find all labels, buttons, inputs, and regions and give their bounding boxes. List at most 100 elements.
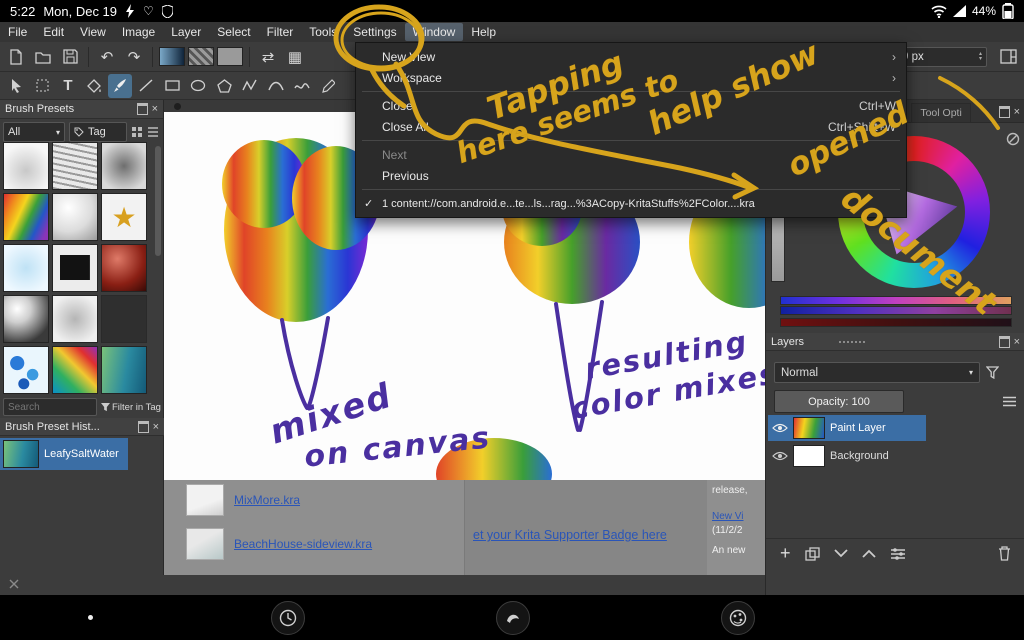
polygon-tool[interactable] — [212, 74, 236, 98]
tag-button[interactable]: Tag — [69, 122, 127, 142]
preset-filter-dropdown[interactable]: All ▾ — [3, 122, 65, 142]
brush-preset-thumbnail[interactable] — [3, 346, 49, 394]
recent-file-row[interactable]: BeachHouse-sideview.kra — [186, 528, 372, 560]
brush-presets-title-bar[interactable]: Brush Presets × — [0, 100, 163, 119]
menu-view[interactable]: View — [72, 23, 114, 41]
close-docker-icon[interactable]: × — [1014, 337, 1020, 347]
supporter-badge-link[interactable]: et your Krita Supporter Badge here — [473, 528, 667, 542]
brush-preset-thumbnail[interactable] — [52, 346, 98, 394]
move-layer-down-button[interactable] — [834, 549, 848, 558]
bezier-curve-tool[interactable] — [264, 74, 288, 98]
shade-strip[interactable] — [780, 296, 1012, 305]
layers-title-bar[interactable]: Layers × — [766, 333, 1024, 351]
menu-image[interactable]: Image — [114, 23, 163, 41]
freehand-path-tool[interactable] — [290, 74, 314, 98]
brush-preset-thumbnail[interactable] — [3, 193, 49, 241]
close-docker-icon[interactable]: × — [153, 422, 159, 432]
wrap-around-button[interactable]: ▦ — [283, 45, 307, 69]
opacity-slider[interactable]: Opacity: 100 — [774, 390, 904, 413]
mirror-view-button[interactable]: ⇄ — [256, 45, 280, 69]
brush-preset-thumbnail[interactable] — [101, 346, 147, 394]
brush-preset-thumbnail[interactable] — [52, 193, 98, 241]
layer-filter-funnel-icon[interactable] — [986, 366, 999, 379]
redo-button[interactable]: ↷ — [122, 45, 146, 69]
float-docker-icon[interactable] — [999, 336, 1010, 348]
brush-preset-thumbnail[interactable] — [3, 244, 49, 292]
fill-tool[interactable] — [82, 74, 106, 98]
brush-preset-thumbnail[interactable] — [101, 244, 147, 292]
menu-help[interactable]: Help — [463, 23, 504, 41]
preset-scrollbar[interactable] — [155, 146, 161, 256]
foreground-color-swatch[interactable] — [217, 47, 243, 66]
brush-history-item[interactable]: LeafySaltWater — [0, 438, 128, 470]
menu-edit[interactable]: Edit — [35, 23, 72, 41]
menu-item-previous[interactable]: Previous — [356, 165, 906, 186]
undo-button[interactable]: ↶ — [95, 45, 119, 69]
add-layer-button[interactable]: + — [780, 543, 791, 564]
taskbar-app-icon-2[interactable] — [496, 601, 530, 635]
file-link[interactable]: BeachHouse-sideview.kra — [234, 537, 372, 551]
spinbox-arrows-icon[interactable]: ▴▾ — [979, 52, 982, 62]
tab-tool-options[interactable]: Tool Opti — [911, 103, 970, 122]
menu-settings[interactable]: Settings — [345, 23, 404, 41]
color-settings-icon[interactable] — [1006, 132, 1020, 146]
docker-grip[interactable] — [839, 341, 865, 343]
freehand-brush-tool[interactable] — [108, 74, 132, 98]
taskbar-app-icon-1[interactable] — [271, 601, 305, 635]
pattern-chooser[interactable] — [188, 47, 214, 66]
gradient-chooser[interactable] — [159, 47, 185, 66]
taskbar-app-icon-3[interactable] — [721, 601, 755, 635]
brush-preset-thumbnail[interactable] — [52, 244, 98, 292]
brush-preset-thumbnail[interactable] — [52, 295, 98, 343]
layer-row-paint-layer[interactable]: Paint Layer — [768, 415, 926, 441]
save-button[interactable] — [58, 45, 82, 69]
float-docker-icon[interactable] — [137, 103, 148, 115]
transform-tool[interactable] — [30, 74, 54, 98]
preset-view-grid-icon[interactable] — [131, 126, 143, 138]
new-document-button[interactable] — [4, 45, 28, 69]
menu-tools[interactable]: Tools — [301, 23, 345, 41]
line-tool[interactable] — [134, 74, 158, 98]
shade-strip[interactable] — [780, 306, 1012, 315]
taskbar-dot[interactable] — [88, 615, 93, 620]
brush-preset-thumbnail[interactable] — [101, 295, 147, 343]
visibility-eye-icon[interactable] — [772, 451, 788, 461]
workspace-chooser-button[interactable] — [996, 45, 1020, 69]
search-input[interactable] — [3, 398, 97, 416]
brush-preset-thumbnail[interactable] — [3, 142, 49, 190]
brush-history-title-bar[interactable]: Brush Preset Hist... × — [0, 418, 164, 436]
side-link[interactable]: New Vi — [712, 510, 765, 524]
float-docker-icon[interactable] — [999, 106, 1010, 118]
brush-preset-thumbnail[interactable] — [52, 142, 98, 190]
dynamic-brush-tool[interactable] — [316, 74, 340, 98]
layer-properties-button[interactable] — [890, 548, 906, 560]
delete-layer-button[interactable] — [998, 546, 1011, 561]
polyline-tool[interactable] — [238, 74, 262, 98]
text-tool[interactable]: T — [56, 74, 80, 98]
float-docker-icon[interactable] — [138, 421, 149, 433]
rectangle-tool[interactable] — [160, 74, 184, 98]
filter-in-tag-toggle[interactable]: Filter in Tag — [101, 402, 161, 413]
file-link[interactable]: MixMore.kra — [234, 493, 300, 507]
visibility-eye-icon[interactable] — [772, 423, 788, 433]
menu-item-open-document[interactable]: ✓ 1 content://com.android.e...te...ls...… — [356, 193, 906, 214]
close-docker-icon[interactable]: × — [152, 104, 158, 114]
preset-view-list-icon[interactable] — [147, 127, 159, 137]
menu-item-workspace[interactable]: Workspace › — [356, 67, 906, 88]
blend-mode-dropdown[interactable]: Normal ▾ — [774, 362, 980, 383]
layer-row-background[interactable]: Background — [768, 443, 1023, 469]
brush-preset-thumbnail[interactable] — [101, 142, 147, 190]
shade-strip[interactable] — [780, 318, 1012, 327]
menu-item-new-view[interactable]: New View › — [356, 46, 906, 67]
menu-filter[interactable]: Filter — [259, 23, 302, 41]
recent-file-row[interactable]: MixMore.kra — [186, 484, 300, 516]
move-layer-up-button[interactable] — [862, 549, 876, 558]
brush-preset-thumbnail[interactable]: ★ — [101, 193, 147, 241]
menu-item-close-all[interactable]: Close All Ctrl+Shift+W — [356, 116, 906, 137]
menu-select[interactable]: Select — [209, 23, 258, 41]
menu-file[interactable]: File — [0, 23, 35, 41]
close-docker-icon[interactable]: × — [1014, 107, 1020, 117]
menu-layer[interactable]: Layer — [163, 23, 209, 41]
ellipse-tool[interactable] — [186, 74, 210, 98]
select-tool[interactable] — [4, 74, 28, 98]
